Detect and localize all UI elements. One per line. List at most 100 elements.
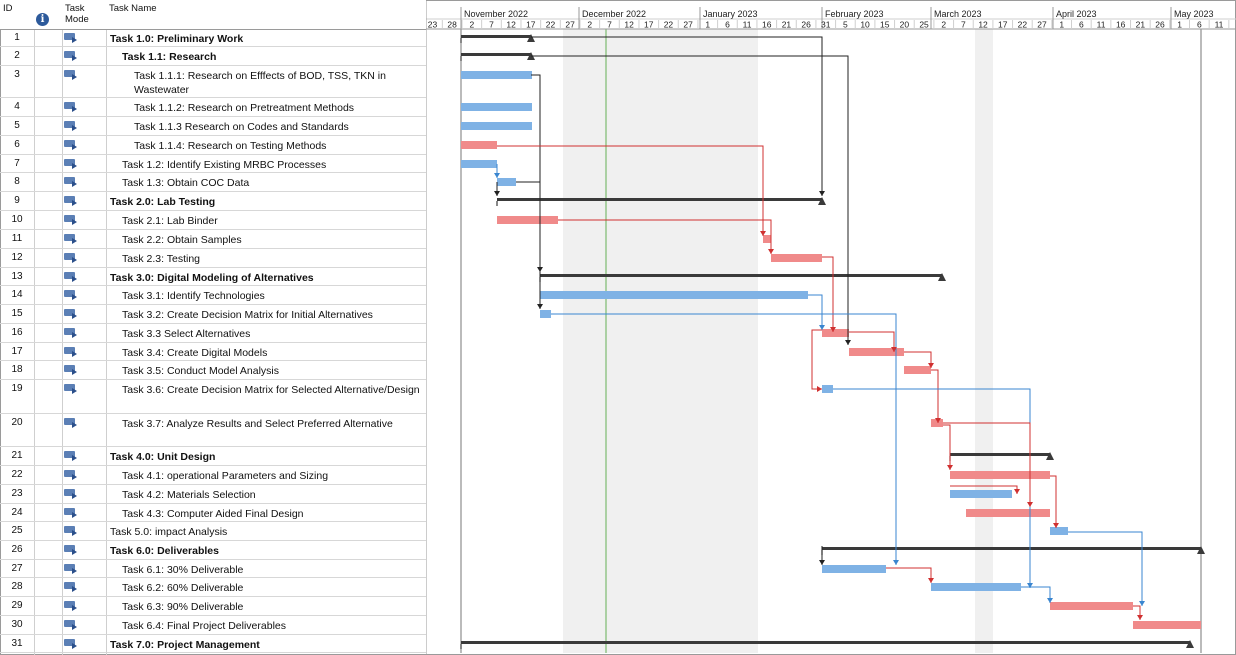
table-row[interactable]: 16 Task 3.3 Select Alternatives	[0, 324, 426, 343]
task-name[interactable]: Task 2.3: Testing	[122, 252, 422, 266]
auto-scheduled-icon	[64, 33, 78, 43]
table-row[interactable]: 27 Task 6.1: 30% Deliverable	[0, 560, 426, 578]
table-row[interactable]: 2 Task 1.1: Research	[0, 47, 426, 66]
table-row[interactable]: 15 Task 3.2: Create Decision Matrix for I…	[0, 305, 426, 324]
summary-bar	[461, 35, 531, 38]
task-name[interactable]: Task 1.1.3 Research on Codes and Standar…	[134, 120, 422, 134]
table-row[interactable]: 23 Task 4.2: Materials Selection	[0, 485, 426, 504]
task-name[interactable]: Task 3.5: Conduct Model Analysis	[122, 364, 422, 378]
table-row[interactable]: 3 Task 1.1.1: Research on Efffects of BOD…	[0, 66, 426, 98]
gantt-chart: November 2022 December 2022 January 2023 Fe…	[426, 0, 1236, 655]
task-name[interactable]: Task 1.1.1: Research on Efffects of BOD,…	[134, 69, 422, 97]
table-row[interactable]: 17 Task 3.4: Create Digital Models	[0, 343, 426, 361]
day-tick-label: 21	[1136, 20, 1146, 30]
table-row[interactable]: 18 Task 3.5: Conduct Model Analysis	[0, 361, 426, 380]
task-name[interactable]: Task 3.4: Create Digital Models	[122, 346, 422, 360]
table-row[interactable]: 21 Task 4.0: Unit Design	[0, 447, 426, 466]
task-name[interactable]: Task 7.0: Project Management	[110, 638, 422, 652]
task-name[interactable]: Task 1.1.2: Research on Pretreatment Met…	[134, 101, 422, 115]
table-row[interactable]: 25 Task 5.0: impact Analysis	[0, 522, 426, 541]
info-icon[interactable]: i	[36, 13, 49, 26]
task-name[interactable]: Task 2.1: Lab Binder	[122, 214, 422, 228]
nonworking-shading	[563, 29, 758, 653]
table-row[interactable]: 20 Task 3.7: Analyze Results and Select P…	[0, 414, 426, 447]
auto-scheduled-icon	[64, 215, 78, 225]
table-row[interactable]: 11 Task 2.2: Obtain Samples	[0, 230, 426, 249]
auto-scheduled-icon	[64, 196, 78, 206]
header-id[interactable]: ID	[3, 3, 13, 14]
task-name[interactable]: Task 5.0: impact Analysis	[110, 525, 422, 539]
auto-scheduled-icon	[64, 121, 78, 131]
table-row[interactable]: 12 Task 2.3: Testing	[0, 249, 426, 268]
table-row[interactable]: 30 Task 6.4: Final Project Deliverables	[0, 616, 426, 635]
task-name[interactable]: Task 3.0: Digital Modeling of Alternativ…	[110, 271, 422, 285]
task-name[interactable]: Task 2.2: Obtain Samples	[122, 233, 422, 247]
day-tick-label: 7	[961, 20, 966, 30]
table-row[interactable]: 5 Task 1.1.3 Research on Codes and Standa…	[0, 117, 426, 136]
task-id: 18	[11, 364, 23, 375]
link-arrowhead	[947, 465, 953, 470]
task-name[interactable]: Task 1.2: Identify Existing MRBC Process…	[122, 158, 422, 172]
critical-task-bar	[822, 329, 849, 337]
table-row[interactable]: 9 Task 2.0: Lab Testing	[0, 192, 426, 211]
task-id: 8	[14, 176, 20, 187]
table-row[interactable]: 6 Task 1.1.4: Research on Testing Methods	[0, 136, 426, 155]
task-id: 30	[11, 619, 23, 630]
day-tick-label: 5	[843, 20, 848, 30]
critical-task-bar	[1050, 602, 1133, 610]
task-id: 22	[11, 469, 23, 480]
task-id: 20	[11, 417, 23, 428]
task-name[interactable]: Task 1.1.4: Research on Testing Methods	[134, 139, 422, 153]
task-name[interactable]: Task 3.1: Identify Technologies	[122, 289, 422, 303]
table-row[interactable]: 24 Task 4.3: Computer Aided Final Design	[0, 504, 426, 522]
task-name[interactable]: Task 3.6: Create Decision Matrix for Sel…	[122, 383, 422, 397]
task-name[interactable]: Task 4.0: Unit Design	[110, 450, 422, 464]
task-name[interactable]: Task 3.3 Select Alternatives	[122, 327, 422, 341]
task-name[interactable]: Task 4.1: operational Parameters and Siz…	[122, 469, 422, 483]
table-row[interactable]: 4 Task 1.1.2: Research on Pretreatment Me…	[0, 98, 426, 117]
task-name[interactable]: Task 4.2: Materials Selection	[122, 488, 422, 502]
task-name[interactable]: Task 1.1: Research	[122, 50, 422, 64]
table-row[interactable]: 22 Task 4.1: operational Parameters and S…	[0, 466, 426, 485]
task-id: 29	[11, 600, 23, 611]
table-row[interactable]: 28 Task 6.2: 60% Deliverable	[0, 578, 426, 597]
critical-task-bar	[950, 471, 1050, 479]
table-row[interactable]: 26 Task 6.0: Deliverables	[0, 541, 426, 560]
task-name[interactable]: Task 6.3: 90% Deliverable	[122, 600, 422, 614]
task-name[interactable]: Task 2.0: Lab Testing	[110, 195, 422, 209]
table-row[interactable]: 14 Task 3.1: Identify Technologies	[0, 286, 426, 305]
task-name[interactable]: Task 6.2: 60% Deliverable	[122, 581, 422, 595]
task-name[interactable]: Task 1.3: Obtain COC Data	[122, 176, 422, 190]
day-tick-label: 22	[1018, 20, 1028, 30]
task-id: 14	[11, 289, 23, 300]
day-tick-label: 22	[664, 20, 674, 30]
task-name[interactable]: Task 6.1: 30% Deliverable	[122, 563, 422, 577]
header-task-name[interactable]: Task Name	[109, 3, 157, 14]
link-arrowhead	[494, 173, 500, 178]
table-row[interactable]: 31 Task 7.0: Project Management	[0, 635, 426, 653]
table-row[interactable]: 19 Task 3.6: Create Decision Matrix for S…	[0, 380, 426, 414]
critical-task-bar	[763, 235, 771, 243]
task-name[interactable]: Task 3.7: Analyze Results and Select Pre…	[122, 417, 422, 431]
table-row[interactable]: 10 Task 2.1: Lab Binder	[0, 211, 426, 230]
month-label: May 2023	[1174, 9, 1214, 19]
table-row[interactable]: 29 Task 6.3: 90% Deliverable	[0, 597, 426, 616]
table-row[interactable]: 8 Task 1.3: Obtain COC Data	[0, 173, 426, 192]
task-name[interactable]: Task 6.4: Final Project Deliverables	[122, 619, 422, 633]
task-id: 10	[11, 214, 23, 225]
task-id: 23	[11, 488, 23, 499]
task-name[interactable]: Task 4.3: Computer Aided Final Design	[122, 507, 422, 521]
summary-bar	[822, 547, 1201, 550]
day-tick-label: 28	[447, 20, 457, 30]
gantt-canvas: November 2022 December 2022 January 2023 Fe…	[426, 0, 1236, 655]
table-row[interactable]: 7 Task 1.2: Identify Existing MRBC Proces…	[0, 155, 426, 173]
task-name[interactable]: Task 3.2: Create Decision Matrix for Ini…	[122, 308, 422, 322]
day-tick-label: 1	[705, 20, 710, 30]
task-name[interactable]: Task 6.0: Deliverables	[110, 544, 422, 558]
task-name[interactable]: Task 1.0: Preliminary Work	[110, 32, 422, 46]
table-row[interactable]: 13 Task 3.0: Digital Modeling of Alternat…	[0, 268, 426, 286]
task-bar	[540, 310, 551, 318]
header-task-mode[interactable]: Task Mode	[65, 3, 89, 25]
task-id: 13	[11, 271, 23, 282]
table-row[interactable]: 1 Task 1.0: Preliminary Work	[0, 29, 426, 47]
